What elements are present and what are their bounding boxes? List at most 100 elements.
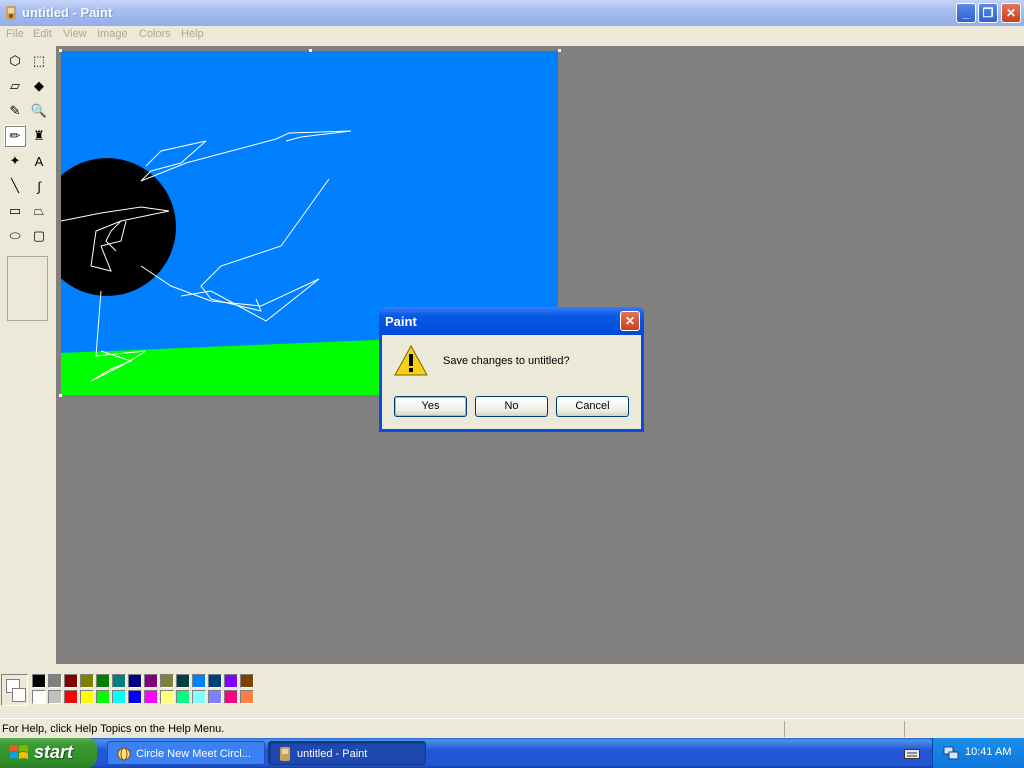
taskbar-item-label: untitled - Paint (297, 748, 368, 760)
pick-color-icon: ✎ (9, 103, 21, 118)
save-dialog: Paint ✕ Save changes to untitled? Yes No… (379, 307, 644, 432)
title-bar: untitled - Paint _ ❐ ✕ (0, 0, 1024, 26)
color-swatch[interactable] (96, 690, 110, 704)
resize-handle (59, 49, 62, 52)
minimize-icon: _ (962, 6, 970, 20)
black-ball (61, 158, 176, 296)
menu-bar: File Edit View Image Colors Help (0, 26, 1024, 44)
dialog-title: Paint (385, 314, 417, 329)
tool-line[interactable]: ╲ (4, 175, 26, 197)
tool-eraser[interactable]: ▱ (4, 75, 26, 97)
color-swatch[interactable] (128, 674, 142, 688)
start-button[interactable]: start (0, 738, 97, 768)
warning-icon (394, 345, 428, 376)
tool-fill[interactable]: ◆ (28, 75, 50, 97)
keyboard-icon[interactable] (904, 747, 920, 760)
menu-view[interactable]: View (63, 28, 87, 40)
grass-area (61, 339, 401, 395)
color-swatch[interactable] (80, 690, 94, 704)
restore-button[interactable]: ❐ (978, 3, 998, 23)
color-swatch[interactable] (80, 674, 94, 688)
color-swatch[interactable] (144, 690, 158, 704)
tool-pick-color[interactable]: ✎ (4, 100, 26, 122)
tool-curve[interactable]: ∫ (28, 175, 50, 197)
color-swatch[interactable] (224, 690, 238, 704)
menu-file[interactable]: File (6, 28, 24, 40)
color-swatch[interactable] (112, 690, 126, 704)
close-icon: ✕ (624, 314, 636, 328)
tool-rectangle[interactable]: ▭ (4, 200, 26, 222)
color-swatch[interactable] (112, 674, 126, 688)
tool-magnifier[interactable]: 🔍 (28, 100, 50, 122)
dialog-close-button[interactable]: ✕ (620, 311, 640, 331)
no-button[interactable]: No (475, 396, 548, 417)
start-label: start (34, 742, 74, 762)
color-swatch[interactable] (64, 690, 78, 704)
tool-rounded-rectangle[interactable]: ▢ (28, 225, 50, 247)
close-button[interactable]: ✕ (1001, 3, 1021, 23)
close-icon: ✕ (1005, 6, 1017, 20)
tool-ellipse[interactable]: ⬭ (4, 225, 26, 247)
restore-icon: ❐ (982, 6, 994, 20)
color-swatch[interactable] (32, 674, 46, 688)
resize-handle (558, 49, 561, 52)
color-palette (0, 664, 1024, 714)
fill-icon: ◆ (34, 78, 44, 93)
menu-colors[interactable]: Colors (139, 28, 171, 40)
dialog-body: Save changes to untitled? Yes No Cancel (382, 335, 641, 429)
resize-handle (309, 49, 312, 52)
tool-pencil[interactable]: ✏ (4, 125, 26, 147)
magnifier-icon: 🔍 (30, 103, 48, 118)
color-swatch[interactable] (176, 690, 190, 704)
dialog-message: Save changes to untitled? (443, 355, 570, 367)
color-swatch[interactable] (96, 674, 110, 688)
status-divider (904, 721, 905, 737)
color-swatch[interactable] (48, 674, 62, 688)
cancel-button[interactable]: Cancel (556, 396, 629, 417)
tool-text[interactable]: A (28, 150, 50, 172)
line-icon: ╲ (11, 178, 19, 193)
color-swatch[interactable] (160, 690, 174, 704)
paint-app-icon (6, 6, 16, 20)
color-swatch[interactable] (240, 674, 254, 688)
color-swatch[interactable] (192, 690, 206, 704)
airbrush-icon: ✦ (9, 153, 21, 168)
color-swatch[interactable] (240, 690, 254, 704)
current-colors[interactable] (1, 674, 28, 706)
color-swatch[interactable] (208, 674, 222, 688)
color-swatch[interactable] (176, 674, 190, 688)
system-tray: 10:41 AM (932, 738, 1024, 768)
menu-image[interactable]: Image (97, 28, 128, 40)
paint-app-icon (280, 747, 290, 761)
rounded-rectangle-icon: ▢ (32, 228, 46, 243)
polygon-icon: ⏢ (33, 203, 45, 218)
tool-options-box[interactable] (7, 256, 48, 321)
color-swatch[interactable] (208, 690, 222, 704)
color-swatch[interactable] (160, 674, 174, 688)
network-icon[interactable] (943, 745, 959, 761)
color-swatch[interactable] (48, 690, 62, 704)
tool-airbrush[interactable]: ✦ (4, 150, 26, 172)
taskbar: start Circle New Meet Circl... untitled … (0, 738, 1024, 768)
taskbar-item-circle[interactable]: Circle New Meet Circl... (107, 741, 265, 765)
color-swatch[interactable] (128, 690, 142, 704)
browser-icon (117, 747, 131, 761)
tool-free-form-select[interactable]: ⬡ (4, 50, 26, 72)
minimize-button[interactable]: _ (956, 3, 976, 23)
menu-help[interactable]: Help (181, 28, 204, 40)
tool-polygon[interactable]: ⏢ (28, 200, 50, 222)
status-text: For Help, click Help Topics on the Help … (2, 723, 225, 735)
color-swatch[interactable] (64, 674, 78, 688)
free-form-select-icon: ⬡ (9, 53, 21, 68)
taskbar-item-paint[interactable]: untitled - Paint (268, 741, 426, 765)
yes-button[interactable]: Yes (394, 396, 467, 417)
color-swatch[interactable] (224, 674, 238, 688)
tool-brush[interactable]: ♜ (28, 125, 50, 147)
windows-logo-icon (10, 745, 28, 759)
color-swatch[interactable] (32, 690, 46, 704)
color-swatch[interactable] (144, 674, 158, 688)
menu-edit[interactable]: Edit (33, 28, 52, 40)
color-swatch[interactable] (192, 674, 206, 688)
tool-select[interactable]: ⬚ (28, 50, 50, 72)
clock[interactable]: 10:41 AM (965, 746, 1011, 758)
